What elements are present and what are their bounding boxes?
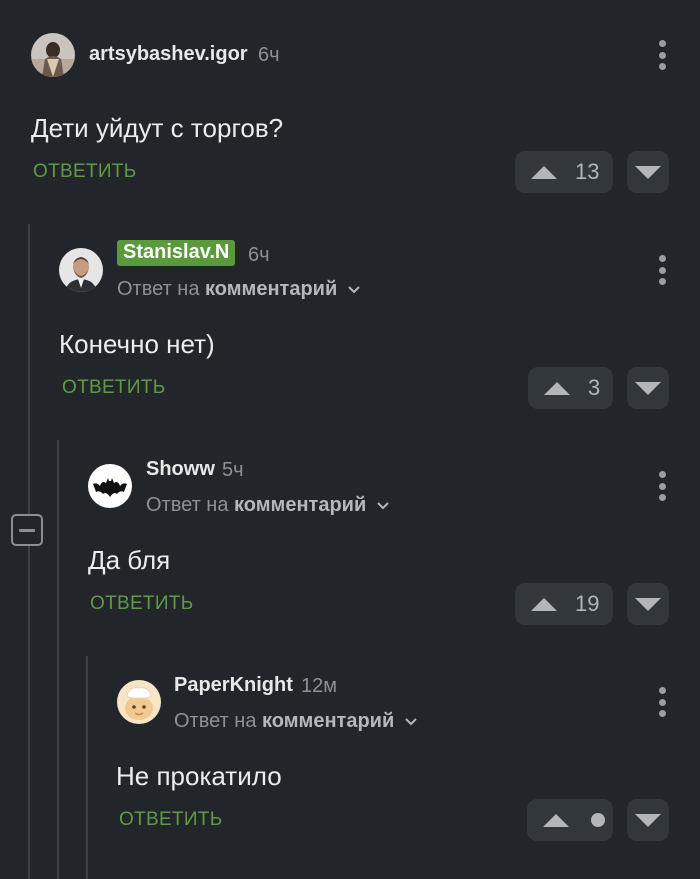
reply-to[interactable]: Ответ на комментарий (117, 278, 361, 301)
reply-to-prefix: Ответ на (117, 278, 200, 300)
reply-button[interactable]: ОТВЕТИТЬ (62, 377, 165, 399)
reply-to-target: комментарий (205, 278, 338, 300)
reply-to-prefix: Ответ на (174, 710, 257, 732)
user-avatar[interactable] (59, 248, 103, 292)
arrow-up-icon (531, 165, 557, 179)
upvote-button[interactable] (527, 799, 613, 841)
dot (658, 471, 666, 478)
thread-line (57, 440, 59, 879)
arrow-up-icon (544, 381, 570, 395)
vote-count: 19 (575, 591, 600, 616)
timestamp: 6ч (258, 44, 280, 66)
username[interactable]: Stanislav.N (117, 240, 236, 266)
username[interactable]: Showw (146, 458, 215, 481)
more-options-icon[interactable] (657, 471, 667, 501)
upvote-button[interactable]: 13 (515, 151, 613, 193)
arrow-down-icon (635, 597, 661, 611)
reply-button[interactable]: ОТВЕТИТЬ (90, 593, 193, 615)
more-options-icon[interactable] (657, 687, 667, 717)
timestamp: 6ч (248, 244, 270, 266)
user-avatar[interactable] (117, 680, 161, 724)
arrow-up-icon (531, 597, 557, 611)
dot (658, 255, 666, 262)
dot (658, 494, 666, 501)
arrow-down-icon (635, 381, 661, 395)
user-avatar[interactable] (88, 464, 132, 508)
dot (658, 698, 666, 706)
dot (658, 266, 666, 274)
dot (658, 687, 666, 694)
username[interactable]: artsybashev.igor (89, 43, 248, 66)
reply-button[interactable]: ОТВЕТИТЬ (119, 809, 222, 831)
hidden-rating-dot-icon (591, 813, 605, 827)
reply-to-target: комментарий (262, 710, 395, 732)
downvote-button[interactable] (627, 367, 669, 409)
downvote-button[interactable] (627, 799, 669, 841)
arrow-down-icon (635, 813, 661, 827)
comment-text: Дети уйдут с торгов? (31, 113, 284, 143)
dot (658, 482, 666, 490)
minus-icon (19, 528, 35, 532)
comment-text: Да бля (88, 545, 171, 575)
dot (658, 40, 666, 47)
chevron-down-icon (348, 286, 360, 294)
upvote-button[interactable]: 19 (515, 583, 613, 625)
reply-to-target: комментарий (234, 494, 367, 516)
dot (658, 278, 666, 285)
comment-text: Не прокатило (116, 761, 282, 791)
arrow-up-icon (543, 813, 569, 827)
vote-count: 13 (575, 159, 600, 184)
downvote-button[interactable] (627, 151, 669, 193)
upvote-button[interactable]: 3 (528, 367, 613, 409)
reply-to-prefix: Ответ на (146, 494, 229, 516)
timestamp: 5ч (222, 459, 244, 481)
arrow-down-icon (635, 165, 661, 179)
thread-line (28, 224, 30, 879)
comment-text: Конечно нет) (59, 329, 215, 359)
timestamp: 12м (301, 675, 337, 697)
username[interactable]: PaperKnight (174, 674, 293, 697)
reply-to[interactable]: Ответ на комментарий (146, 494, 390, 517)
vote-count: 3 (588, 375, 601, 400)
dot (658, 51, 666, 59)
chevron-down-icon (405, 718, 417, 726)
dot (658, 710, 666, 717)
downvote-button[interactable] (627, 583, 669, 625)
dot (658, 63, 666, 70)
more-options-icon[interactable] (657, 40, 667, 70)
reply-button[interactable]: ОТВЕТИТЬ (33, 161, 136, 183)
reply-to[interactable]: Ответ на комментарий (174, 710, 418, 733)
user-avatar[interactable] (31, 33, 75, 77)
chevron-down-icon (377, 502, 389, 510)
thread-line (86, 656, 88, 879)
collapse-thread-button[interactable] (11, 514, 43, 546)
more-options-icon[interactable] (657, 255, 667, 285)
